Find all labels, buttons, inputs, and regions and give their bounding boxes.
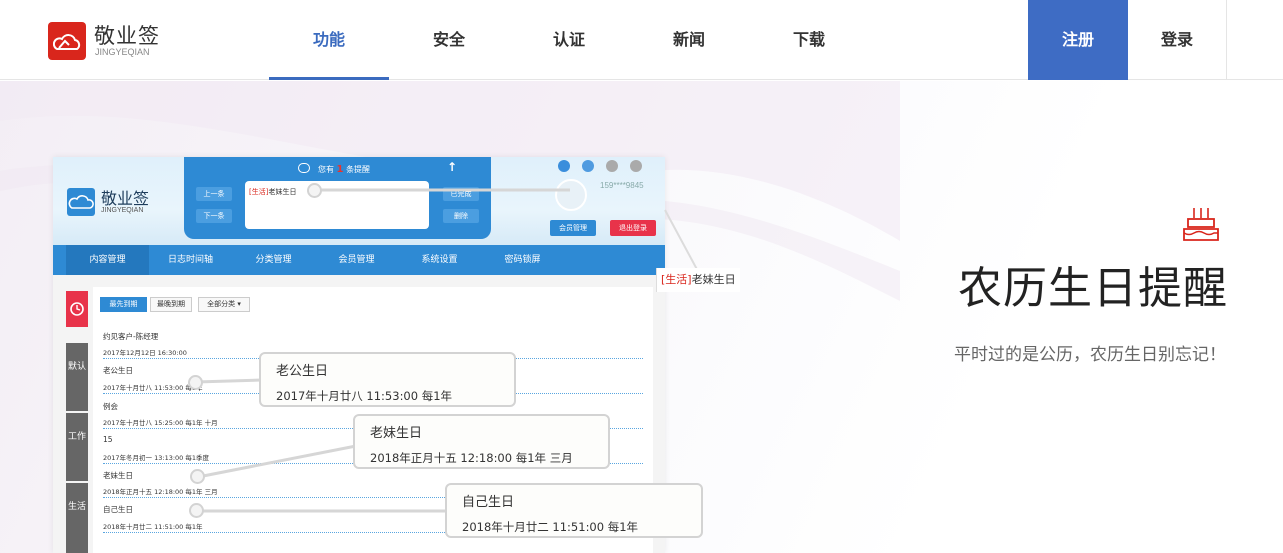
callout-own-birthday: 自己生日 2018年十月廿二 11:51:00 每1年: [445, 483, 703, 538]
hero-subtitle: 平时过的是公历，农历生日别忘记！: [954, 345, 1226, 365]
callout-title: 自己生日: [462, 495, 515, 510]
callout-sister-birthday: 老妹生日 2018年正月十五 12:18:00 每1年 三月: [353, 414, 610, 469]
hero-title: 农历生日提醒: [958, 263, 1228, 314]
connector-dot: [189, 503, 204, 518]
callout-title: 老公生日: [276, 364, 329, 379]
connector-dot: [188, 375, 203, 390]
callout-title: 老妹生日: [370, 426, 423, 441]
connector-dot: [190, 469, 205, 484]
floating-reminder-category: [生活]: [661, 273, 692, 286]
callout-date: 2017年十月廿八 11:53:00 每1年: [276, 389, 453, 403]
birthday-cake-icon: [1183, 208, 1219, 241]
callout-date: 2018年正月十五 12:18:00 每1年 三月: [370, 451, 573, 465]
floating-reminder-text: 老妹生日: [691, 273, 736, 286]
callout-husband-birthday: 老公生日 2017年十月廿八 11:53:00 每1年: [259, 352, 516, 407]
floating-reminder-tag: [生活]老妹生日: [656, 268, 740, 292]
connector-dot: [307, 183, 322, 198]
callout-date: 2018年十月廿二 11:51:00 每1年: [462, 520, 639, 534]
